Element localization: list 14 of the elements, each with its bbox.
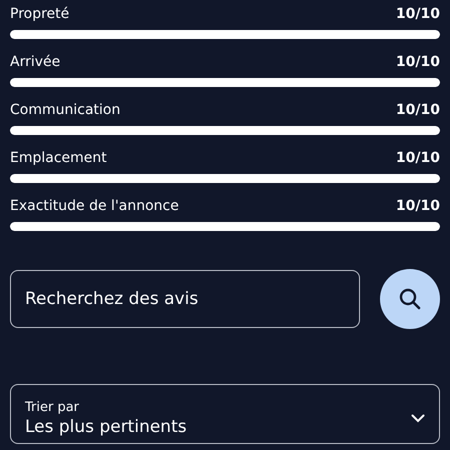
rating-label: Arrivée	[10, 54, 60, 70]
rating-label: Propreté	[10, 6, 70, 22]
rating-label: Exactitude de l'annonce	[10, 198, 179, 214]
rating-label: Emplacement	[10, 150, 107, 166]
rating-score: 10/10	[396, 150, 440, 166]
search-field[interactable]: Recherchez des avis	[10, 270, 360, 328]
rating-score: 10/10	[396, 54, 440, 70]
search-icon	[398, 287, 422, 311]
rating-score: 10/10	[396, 6, 440, 22]
sort-dropdown[interactable]: Trier par Les plus pertinents	[10, 384, 440, 444]
rating-score: 10/10	[396, 102, 440, 118]
rating-label: Communication	[10, 102, 120, 118]
rating-score: 10/10	[396, 198, 440, 214]
chevron-icon	[411, 414, 425, 422]
